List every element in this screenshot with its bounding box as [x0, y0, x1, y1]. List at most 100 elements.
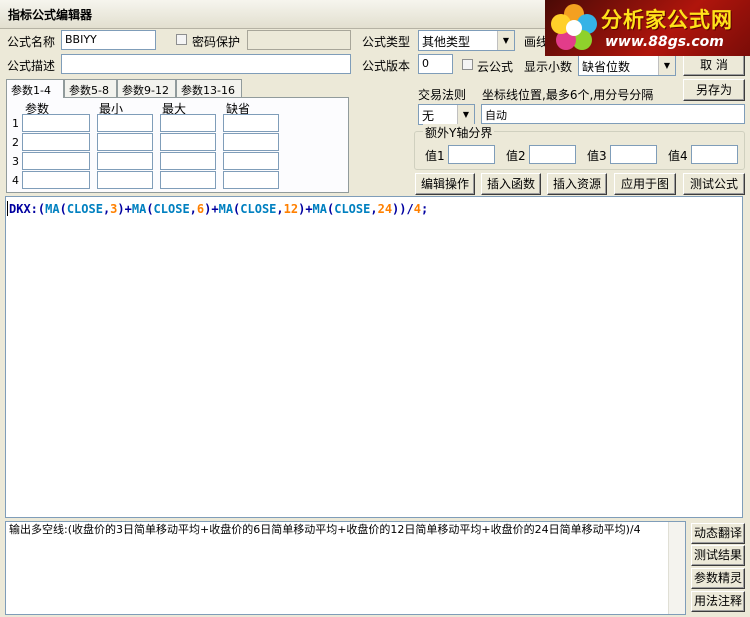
param-max-input[interactable] — [160, 114, 216, 132]
param-default-input[interactable] — [223, 114, 279, 132]
param-name-input[interactable] — [22, 152, 90, 170]
logo-text: 分析家公式网 — [601, 8, 733, 32]
tab-params-13-16[interactable]: 参数13-16 — [176, 79, 242, 97]
code-token: )+ — [298, 202, 313, 216]
password-checkbox[interactable] — [176, 34, 187, 45]
tab-params-5-8[interactable]: 参数5-8 — [64, 79, 117, 97]
formula-type-value: 其他类型 — [422, 35, 471, 49]
decimals-value: 缺省位数 — [582, 60, 631, 74]
text-cursor — [7, 201, 8, 216]
site-logo: 分析家公式网 www.88gs.com — [545, 0, 750, 56]
formula-desc-input[interactable] — [61, 54, 351, 74]
param-min-input[interactable] — [97, 114, 153, 132]
code-token: 24 — [377, 202, 393, 216]
code-token: MA — [131, 202, 147, 216]
coord-input[interactable]: 自动 — [481, 104, 745, 124]
param-row-number: 2 — [12, 136, 19, 149]
param-wizard-button[interactable]: 参数精灵 — [691, 568, 745, 589]
param-default-input[interactable] — [223, 152, 279, 170]
code-token: CLOSE — [334, 202, 371, 216]
formula-name-input[interactable]: BBIYY — [61, 30, 156, 50]
extra-y-input-4[interactable] — [691, 145, 738, 164]
chevron-down-icon[interactable]: ▼ — [658, 56, 675, 75]
formula-editor-window: 指标公式编辑器 公式名称 BBIYY 密码保护 公式类型 其他类型 ▼ 画线方法… — [0, 0, 750, 617]
param-min-input[interactable] — [97, 152, 153, 170]
chevron-down-icon[interactable]: ▼ — [497, 31, 514, 50]
code-token: , — [276, 202, 284, 216]
extra-y-axis-group: 额外Y轴分界 值1 值2 值3 值4 — [414, 124, 745, 170]
param-max-input[interactable] — [160, 133, 216, 151]
extra-y-input-1[interactable] — [448, 145, 495, 164]
cloud-formula-checkbox[interactable] — [462, 59, 473, 70]
param-name-input[interactable] — [22, 114, 90, 132]
trade-rule-select[interactable]: 无 ▼ — [418, 104, 475, 125]
tab-params-1-4[interactable]: 参数1-4 — [6, 79, 64, 98]
code-editor[interactable]: DKX:(MA(CLOSE,3)+MA(CLOSE,6)+MA(CLOSE,12… — [5, 196, 743, 518]
formula-name-label: 公式名称 — [7, 35, 56, 49]
extra-y-input-3[interactable] — [610, 145, 657, 164]
param-max-input[interactable] — [160, 152, 216, 170]
code-line: DKX:(MA(CLOSE,3)+MA(CLOSE,6)+MA(CLOSE,12… — [9, 202, 428, 216]
code-token: ( — [59, 202, 67, 216]
password-input[interactable] — [247, 30, 351, 50]
tab-params-9-12[interactable]: 参数9-12 — [117, 79, 176, 97]
extra-y-input-2[interactable] — [529, 145, 576, 164]
code-token: )+ — [117, 202, 132, 216]
param-name-input[interactable] — [22, 171, 90, 189]
code-token: CLOSE — [240, 202, 277, 216]
formula-type-select[interactable]: 其他类型 ▼ — [418, 30, 515, 51]
formula-translation-output[interactable]: 输出多空线:(收盘价的3日简单移动平均+收盘价的6日简单移动平均+收盘价的12日… — [5, 521, 686, 615]
insert-function-button[interactable]: 插入函数 — [481, 173, 541, 195]
extra-y-label-3: 值3 — [587, 149, 607, 163]
param-row-number: 1 — [12, 117, 19, 130]
test-formula-button[interactable]: 测试公式 — [683, 173, 745, 195]
dynamic-translate-button[interactable]: 动态翻译 — [691, 523, 745, 544]
logo-url: www.88gs.com — [605, 34, 724, 50]
translation-text: 输出多空线:(收盘价的3日简单移动平均+收盘价的6日简单移动平均+收盘价的12日… — [9, 523, 641, 536]
code-token: 12 — [283, 202, 299, 216]
flower-logo-icon — [551, 4, 597, 50]
formula-type-label: 公式类型 — [362, 35, 411, 49]
code-token: , — [370, 202, 378, 216]
param-min-input[interactable] — [97, 133, 153, 151]
param-default-input[interactable] — [223, 171, 279, 189]
param-max-input[interactable] — [160, 171, 216, 189]
param-table-panel: 参数 最小 最大 缺省 1 2 3 4 — [6, 97, 349, 193]
insert-resource-button[interactable]: 插入资源 — [547, 173, 607, 195]
usage-notes-button[interactable]: 用法注释 — [691, 591, 745, 612]
code-token: ; — [420, 202, 429, 216]
formula-version-label: 公式版本 — [362, 59, 411, 73]
formula-version-input[interactable]: 0 — [418, 54, 453, 74]
code-token: MA — [45, 202, 60, 216]
code-token: DKX:( — [9, 202, 46, 216]
trade-rule-value: 无 — [422, 109, 435, 123]
coord-label: 坐标线位置,最多6个,用分号分隔 — [482, 88, 654, 102]
param-row-number: 4 — [12, 174, 19, 187]
param-name-input[interactable] — [22, 133, 90, 151]
code-token: MA — [312, 202, 327, 216]
code-token: )+ — [204, 202, 219, 216]
code-token: ( — [146, 202, 154, 216]
test-result-button[interactable]: 测试结果 — [691, 545, 745, 566]
code-token: ))/ — [392, 202, 414, 216]
code-token: CLOSE — [153, 202, 190, 216]
window-title: 指标公式编辑器 — [8, 8, 93, 22]
param-row-number: 3 — [12, 155, 19, 168]
edit-ops-button[interactable]: 编辑操作 — [415, 173, 475, 195]
chevron-down-icon[interactable]: ▼ — [457, 105, 474, 124]
password-label: 密码保护 — [192, 35, 241, 49]
param-default-input[interactable] — [223, 133, 279, 151]
extra-y-label-1: 值1 — [425, 149, 445, 163]
vertical-scrollbar[interactable] — [668, 522, 685, 614]
save-as-button[interactable]: 另存为 — [683, 79, 745, 101]
cancel-button[interactable]: 取 消 — [683, 54, 745, 76]
extra-y-label-2: 值2 — [506, 149, 526, 163]
code-token: , — [189, 202, 197, 216]
code-token: MA — [218, 202, 234, 216]
extra-y-label-4: 值4 — [668, 149, 688, 163]
decimals-select[interactable]: 缺省位数 ▼ — [578, 55, 676, 76]
code-token: CLOSE — [66, 202, 103, 216]
param-min-input[interactable] — [97, 171, 153, 189]
apply-to-chart-button[interactable]: 应用于图 — [614, 173, 676, 195]
trade-rule-label: 交易法则 — [418, 88, 467, 102]
